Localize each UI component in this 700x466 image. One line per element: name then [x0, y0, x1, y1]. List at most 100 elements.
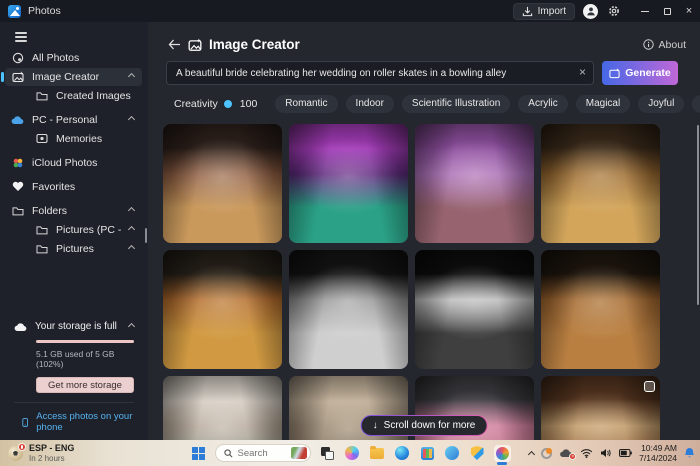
sidebar-item-label: PC - Personal	[32, 114, 97, 126]
generated-image[interactable]	[289, 250, 408, 369]
account-avatar[interactable]	[583, 4, 598, 19]
bride-figure	[450, 273, 500, 363]
access-photos-phone-link[interactable]: Access photos on your phone	[14, 411, 134, 433]
sidebar-item-favorites[interactable]: Favorites	[5, 178, 142, 196]
sidebar-item-pictures-pc[interactable]: Pictures (PC - Personal)	[5, 221, 142, 239]
storage-title: Your storage is full	[35, 321, 117, 332]
bride-figure	[324, 273, 374, 363]
bride-figure	[576, 399, 626, 440]
edge-button[interactable]	[394, 445, 411, 462]
cloud-icon	[11, 115, 24, 125]
down-arrow-icon: ↓	[373, 420, 378, 431]
sidebar-item-icloud-photos[interactable]: iCloud Photos	[5, 154, 142, 172]
taskbar-search[interactable]	[215, 444, 311, 462]
photos-app-taskbar-button[interactable]	[494, 445, 511, 462]
minimize-button[interactable]	[634, 0, 656, 22]
memories-icon	[35, 133, 48, 144]
back-button[interactable]	[168, 39, 181, 50]
style-tag-acrylic[interactable]: Acrylic	[518, 95, 567, 113]
tray-overflow-chevron[interactable]	[528, 450, 535, 457]
sidebar-item-label: Favorites	[32, 181, 75, 193]
generated-image[interactable]	[415, 250, 534, 369]
storage-progress-bar	[36, 340, 134, 343]
sidebar-scrollbar[interactable]	[145, 228, 148, 243]
volume-icon[interactable]	[600, 448, 612, 458]
sidebar-item-label: All Photos	[32, 52, 79, 64]
style-tag-indoor[interactable]: Indoor	[346, 95, 394, 113]
task-view-button[interactable]	[319, 445, 336, 462]
more-styles-button[interactable]: More	[692, 95, 700, 113]
import-button[interactable]: Import	[513, 3, 575, 20]
phone-link-label: Access photos on your phone	[36, 411, 134, 433]
chevron-up-icon	[128, 207, 135, 214]
window-titlebar: Photos Import ×	[0, 0, 700, 22]
start-button[interactable]	[190, 445, 207, 462]
style-tag-magical[interactable]: Magical	[576, 95, 630, 113]
all-photos-icon	[11, 52, 24, 64]
generated-image[interactable]	[163, 376, 282, 440]
generated-image[interactable]	[541, 124, 660, 243]
battery-icon[interactable]	[619, 449, 632, 457]
chevron-up-icon	[128, 323, 135, 330]
scroll-hint-label: Scroll down for more	[384, 420, 476, 431]
generated-image[interactable]	[163, 250, 282, 369]
sidebar-item-label: Folders	[32, 205, 67, 217]
edge-icon	[395, 446, 409, 460]
scroll-down-hint[interactable]: ↓ Scroll down for more	[361, 415, 488, 436]
generate-label: Generate	[625, 67, 671, 79]
sidebar-item-image-creator[interactable]: Image Creator	[5, 68, 142, 86]
defender-button[interactable]	[469, 445, 486, 462]
generate-button[interactable]: Generate	[602, 61, 678, 85]
photos-pinwheel-icon	[496, 447, 509, 460]
search-daily-image	[291, 447, 307, 459]
wifi-icon[interactable]	[580, 448, 593, 458]
sidebar-item-pictures[interactable]: Pictures	[5, 240, 142, 258]
menu-hamburger-icon[interactable]	[15, 32, 27, 42]
sidebar-item-all-photos[interactable]: All Photos	[5, 49, 142, 67]
generated-image[interactable]	[541, 250, 660, 369]
notification-bell-icon[interactable]	[684, 447, 695, 459]
onedrive-icon[interactable]: ×	[559, 448, 573, 458]
widget-match: ESP - ENG	[29, 443, 74, 453]
settings-gear-icon[interactable]	[608, 5, 620, 17]
clear-prompt-button[interactable]: ×	[579, 65, 586, 81]
copilot-button[interactable]	[344, 445, 361, 462]
generated-image[interactable]	[163, 124, 282, 243]
style-tag-romantic[interactable]: Romantic	[275, 95, 337, 113]
style-tag-joyful[interactable]: Joyful	[638, 95, 684, 113]
page-title: Image Creator	[209, 37, 300, 52]
sync-status-icon[interactable]	[541, 448, 552, 459]
select-checkbox[interactable]	[644, 381, 655, 392]
maximize-button[interactable]	[656, 0, 678, 22]
cloud-icon	[14, 322, 27, 332]
microsoft-365-button[interactable]	[444, 445, 461, 462]
sidebar-item-created-images[interactable]: Created Images	[5, 87, 142, 105]
style-tag-scientific-illustration[interactable]: Scientific Illustration	[402, 95, 510, 113]
main-scrollbar[interactable]	[697, 125, 700, 305]
about-button[interactable]: About	[643, 39, 686, 51]
get-more-storage-button[interactable]: Get more storage	[36, 377, 134, 393]
microsoft-store-button[interactable]	[419, 445, 436, 462]
storage-header[interactable]: Your storage is full	[14, 321, 134, 332]
file-explorer-icon	[370, 448, 384, 459]
generated-image[interactable]	[289, 124, 408, 243]
clock[interactable]: 10:49 AM 7/14/2024	[639, 443, 677, 463]
bride-figure	[198, 273, 248, 363]
prompt-input[interactable]	[166, 61, 594, 85]
widgets-button[interactable]: ESP - ENG In 2 hours	[8, 443, 74, 463]
bride-figure	[324, 147, 374, 237]
sidebar-item-label: Created Images	[56, 90, 131, 102]
close-button[interactable]: ×	[678, 0, 700, 22]
file-explorer-button[interactable]	[369, 445, 386, 462]
import-icon	[522, 6, 533, 17]
import-label: Import	[538, 6, 566, 17]
sidebar-item-memories[interactable]: Memories	[5, 130, 142, 148]
sidebar-item-folders[interactable]: Folders	[5, 202, 142, 220]
sidebar-item-pc-personal[interactable]: PC - Personal	[5, 111, 142, 129]
generated-image[interactable]	[541, 376, 660, 440]
search-input[interactable]	[238, 448, 286, 459]
shield-icon	[471, 446, 484, 460]
sidebar-item-label: Memories	[56, 133, 102, 145]
slider-thumb[interactable]	[222, 98, 234, 110]
generated-image[interactable]	[415, 124, 534, 243]
